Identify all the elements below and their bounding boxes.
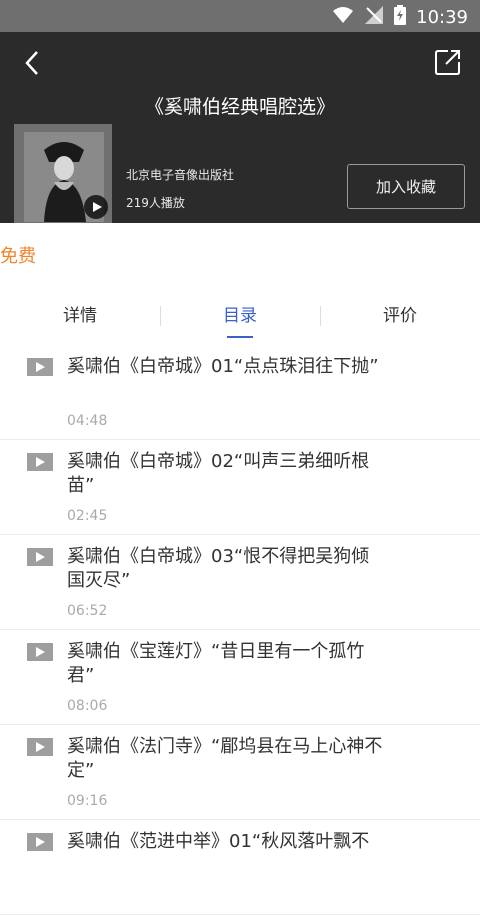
album-cover[interactable]	[14, 124, 112, 223]
tab-bar: 详情 目录 评价	[0, 292, 480, 342]
album-header: 《奚啸伯经典唱腔选》 北京电子音像出版社 219人播放 加入收藏	[0, 32, 480, 223]
track-item[interactable]: 奚啸伯《白帝城》02“叫声三弟细听根苗” 02:45	[0, 440, 480, 535]
play-icon[interactable]	[27, 453, 53, 471]
track-item[interactable]: 奚啸伯《白帝城》01“点点珠泪往下抛” 04:48	[0, 345, 480, 440]
track-duration: 04:48	[67, 413, 108, 429]
track-item[interactable]: 奚啸伯《法门寺》“郿坞县在马上心神不定” 09:16	[0, 725, 480, 820]
track-item[interactable]: 奚啸伯《白帝城》03“恨不得把吴狗倾国灭尽” 06:52	[0, 535, 480, 630]
status-time: 10:39	[416, 7, 468, 28]
price-label: 免费	[0, 246, 36, 267]
tab-details[interactable]: 详情	[0, 292, 160, 340]
track-duration: 06:52	[67, 603, 108, 619]
publisher-label: 北京电子音像出版社	[126, 168, 235, 182]
battery-icon	[394, 5, 407, 30]
track-title: 奚啸伯《白帝城》02“叫声三弟细听根苗”	[67, 451, 370, 496]
wifi-icon	[332, 6, 354, 29]
track-title: 奚啸伯《白帝城》01“点点珠泪往下抛”	[67, 356, 379, 377]
play-icon[interactable]	[27, 833, 53, 851]
active-tab-indicator	[227, 336, 253, 338]
track-title: 奚啸伯《法门寺》“郿坞县在马上心神不定”	[67, 736, 383, 781]
track-item[interactable]: 奚啸伯《宝莲灯》“昔日里有一个孤竹君” 08:06	[0, 630, 480, 725]
status-icons: 10:39	[332, 5, 468, 30]
play-icon[interactable]	[27, 358, 53, 376]
play-icon[interactable]	[27, 548, 53, 566]
track-item[interactable]: 奚啸伯《范进中举》01“秋风落叶飘不	[0, 820, 480, 915]
play-count: 219人播放	[126, 196, 185, 210]
back-arrow-icon[interactable]	[18, 48, 48, 78]
status-bar: 10:39	[0, 0, 480, 32]
track-duration: 08:06	[67, 698, 108, 714]
tab-reviews[interactable]: 评价	[320, 292, 480, 340]
add-favorite-button[interactable]: 加入收藏	[347, 164, 465, 209]
track-title: 奚啸伯《白帝城》03“恨不得把吴狗倾国灭尽”	[67, 546, 370, 591]
signal-icon	[364, 5, 384, 30]
play-icon[interactable]	[27, 738, 53, 756]
track-duration: 09:16	[67, 793, 108, 809]
track-list: 奚啸伯《白帝城》01“点点珠泪往下抛” 04:48 奚啸伯《白帝城》02“叫声三…	[0, 345, 480, 915]
track-duration: 02:45	[67, 508, 108, 524]
tab-catalog[interactable]: 目录	[160, 292, 320, 340]
play-icon[interactable]	[84, 195, 108, 219]
play-icon[interactable]	[27, 643, 53, 661]
album-title: 《奚啸伯经典唱腔选》	[144, 96, 335, 118]
share-icon[interactable]	[434, 48, 462, 76]
track-title: 奚啸伯《宝莲灯》“昔日里有一个孤竹君”	[67, 641, 365, 686]
track-title: 奚啸伯《范进中举》01“秋风落叶飘不	[67, 831, 370, 852]
